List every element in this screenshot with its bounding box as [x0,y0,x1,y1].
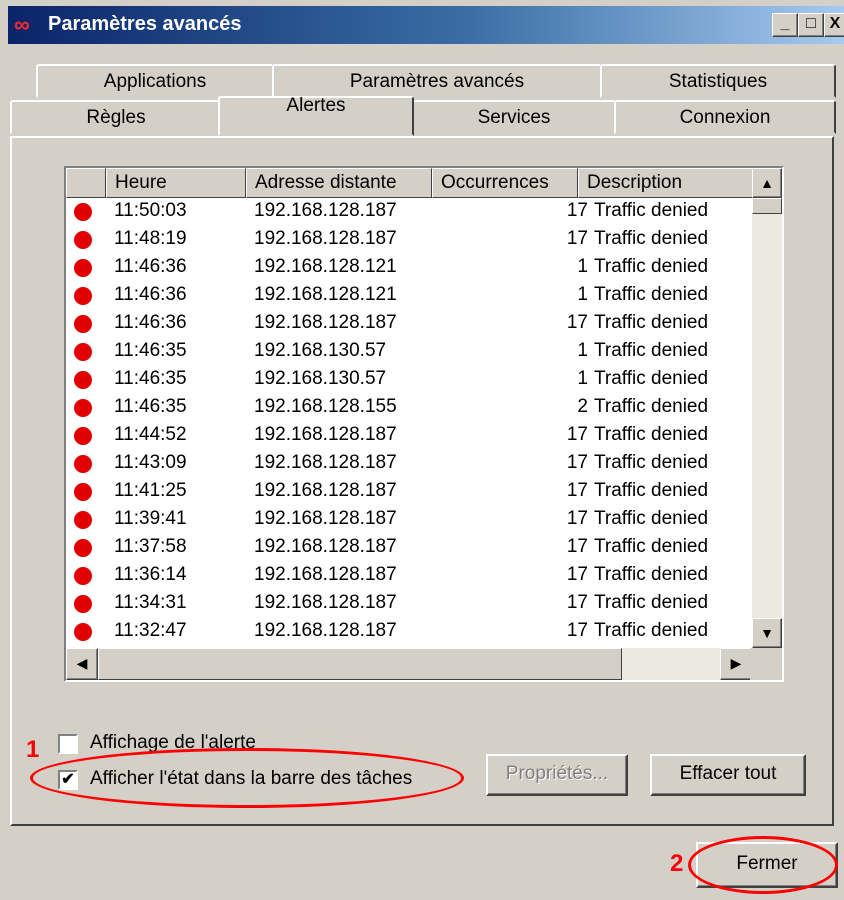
tab-regles[interactable]: Règles [10,100,222,134]
window-title: Paramètres avancés [48,13,242,35]
tab-label: Connexion [679,107,771,128]
infinity-logo-icon: ∞ [14,12,30,37]
tab-connexion[interactable]: Connexion [614,100,836,134]
annotation-marker-2: 2 [670,850,684,877]
tab-label: Statistiques [668,71,768,92]
tab-label: Alertes [286,95,346,116]
tab-label: Paramètres avancés [349,71,525,92]
tab-label: Services [477,107,551,128]
minimize-button[interactable]: _ [772,13,798,37]
tab-panel [10,136,834,826]
maximize-button[interactable]: □ [798,13,824,37]
dialog-window: ∞ Paramètres avancés _ □ X Applications … [0,0,844,900]
close-window-button[interactable]: X [824,13,844,37]
annotation-oval-2 [688,836,838,894]
tab-applications[interactable]: Applications [36,64,274,98]
title-bar[interactable]: ∞ Paramètres avancés _ □ X [8,6,844,44]
tab-parametres-avances[interactable]: Paramètres avancés [272,64,602,98]
tab-label: Applications [103,71,207,92]
tab-label: Règles [86,107,146,128]
tab-services[interactable]: Services [412,100,616,134]
tab-alertes[interactable]: Alertes [218,95,414,136]
tab-statistiques[interactable]: Statistiques [600,64,836,98]
